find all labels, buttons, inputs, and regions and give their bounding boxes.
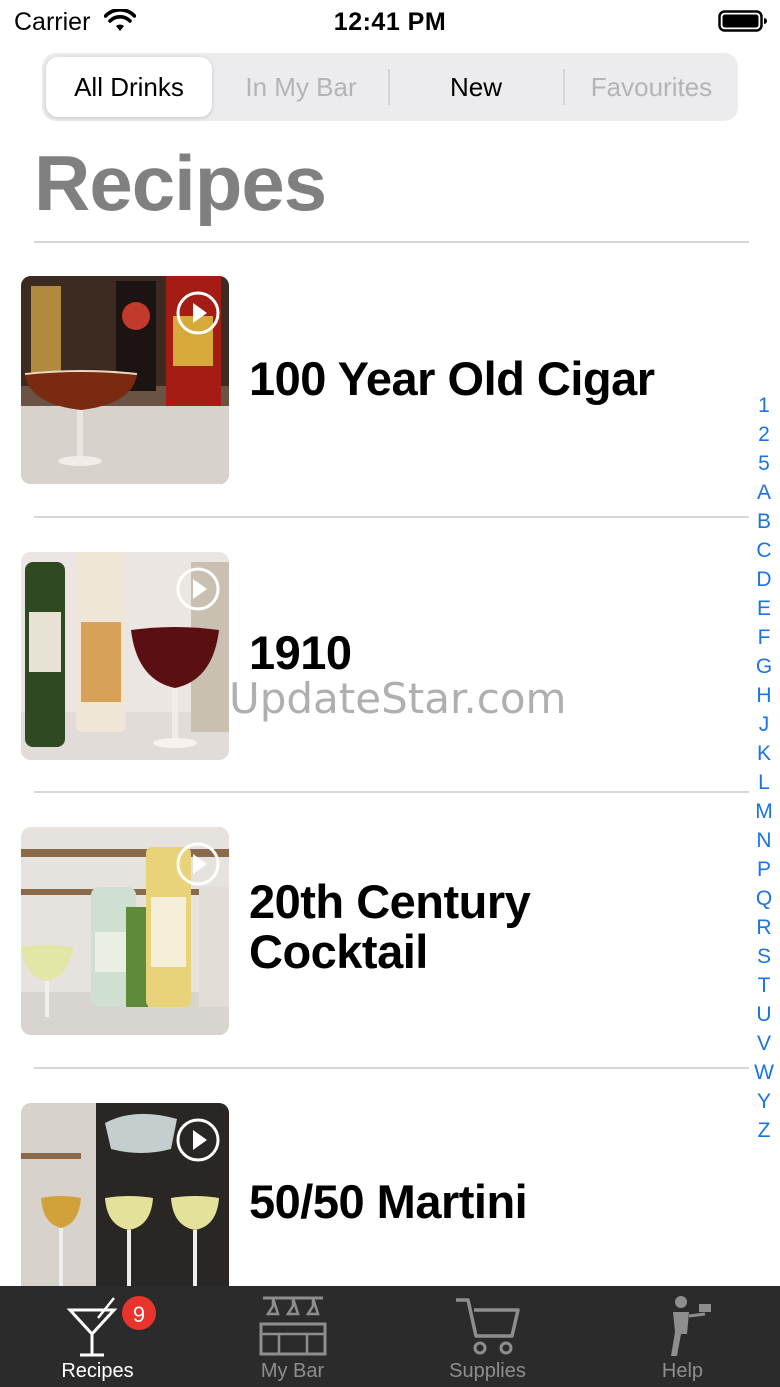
- tab-help[interactable]: Help: [585, 1286, 780, 1387]
- recipe-thumbnail: [21, 1103, 229, 1311]
- page-title: Recipes: [34, 139, 327, 227]
- play-video-icon[interactable]: [175, 566, 221, 612]
- divider: [34, 791, 749, 793]
- index-letter[interactable]: L: [750, 768, 778, 797]
- index-letter[interactable]: A: [750, 478, 778, 507]
- index-letter[interactable]: J: [750, 710, 778, 739]
- shopping-cart-icon: [456, 1298, 520, 1355]
- recipe-name: 100 Year Old Cigar: [249, 352, 655, 405]
- index-letter[interactable]: V: [750, 1029, 778, 1058]
- index-letter[interactable]: Y: [750, 1087, 778, 1116]
- segment-in-my-bar[interactable]: In My Bar: [215, 53, 387, 121]
- divider: [34, 516, 749, 518]
- tab-label: Help: [661, 1360, 704, 1382]
- recipe-thumbnail: [21, 552, 229, 760]
- play-video-icon[interactable]: [175, 290, 221, 336]
- index-letter[interactable]: H: [750, 681, 778, 710]
- status-bar: Carrier 12:41 PM: [0, 0, 780, 44]
- index-letter[interactable]: K: [750, 739, 778, 768]
- index-letter[interactable]: W: [750, 1058, 778, 1087]
- segment-all-drinks[interactable]: All Drinks: [46, 57, 212, 117]
- index-letter[interactable]: D: [750, 565, 778, 594]
- clock: 12:41 PM: [333, 8, 447, 36]
- tab-supplies[interactable]: Supplies: [390, 1286, 585, 1387]
- index-letter[interactable]: F: [750, 623, 778, 652]
- play-video-icon[interactable]: [175, 1117, 221, 1163]
- divider: [34, 241, 749, 243]
- recipe-name: 50/50 Martini: [249, 1175, 528, 1228]
- tab-my-bar[interactable]: My Bar: [195, 1286, 390, 1387]
- divider: [34, 1067, 749, 1069]
- tab-label: Supplies: [449, 1360, 526, 1382]
- tab-recipes[interactable]: 9 Recipes: [0, 1286, 195, 1387]
- index-letter[interactable]: P: [750, 855, 778, 884]
- play-video-icon[interactable]: [175, 841, 221, 887]
- notification-badge: 9: [120, 1294, 158, 1332]
- recipe-row[interactable]: 100 Year Old Cigar: [0, 276, 750, 552]
- recipe-row[interactable]: 20th Century Cocktail: [0, 827, 750, 1103]
- index-letter[interactable]: B: [750, 507, 778, 536]
- tab-bar: 9 Recipes My Bar Supplies Help: [0, 1286, 780, 1387]
- battery-icon: [718, 10, 767, 32]
- tab-label: My Bar: [260, 1360, 325, 1382]
- index-letter[interactable]: S: [750, 942, 778, 971]
- index-letter[interactable]: C: [750, 536, 778, 565]
- index-letter[interactable]: 5: [750, 449, 778, 478]
- index-letter[interactable]: M: [750, 797, 778, 826]
- index-letter[interactable]: Z: [750, 1116, 778, 1145]
- watermark-text: UpdateStar.com: [229, 674, 567, 723]
- index-letter[interactable]: T: [750, 971, 778, 1000]
- recipe-name: 1910: [249, 626, 352, 679]
- index-letter[interactable]: G: [750, 652, 778, 681]
- segment-favourites[interactable]: Favourites: [565, 53, 738, 121]
- index-letter[interactable]: U: [750, 1000, 778, 1029]
- index-letter[interactable]: 1: [750, 391, 778, 420]
- index-letter[interactable]: Q: [750, 884, 778, 913]
- recipe-thumbnail: [21, 276, 229, 484]
- recipe-name-line-2: Cocktail: [249, 925, 428, 978]
- segment-new[interactable]: New: [390, 53, 562, 121]
- recipe-name-line-1: 20th Century: [249, 875, 531, 928]
- tab-label: Recipes: [61, 1360, 134, 1382]
- recipe-thumbnail: [21, 827, 229, 1035]
- index-letter[interactable]: R: [750, 913, 778, 942]
- filter-segmented-control: All Drinks In My Bar New Favourites: [42, 53, 738, 121]
- index-letter[interactable]: E: [750, 594, 778, 623]
- waiter-icon: [671, 1296, 711, 1356]
- section-index[interactable]: 1 2 5 A B C D E F G H J K L M N P Q R S …: [750, 391, 778, 1145]
- index-letter[interactable]: N: [750, 826, 778, 855]
- index-letter[interactable]: 2: [750, 420, 778, 449]
- bar-counter-icon: [259, 1296, 327, 1356]
